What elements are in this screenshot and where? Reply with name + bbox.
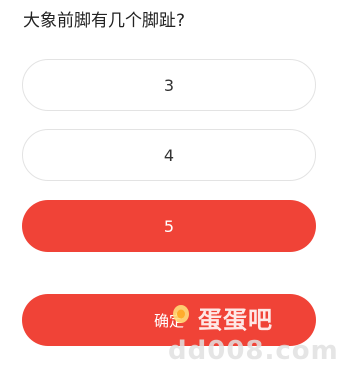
answer-option-5-selected[interactable]: 5: [22, 200, 316, 252]
answer-option-label: 4: [163, 145, 175, 165]
confirm-button-label: 确定: [153, 311, 184, 330]
question-title: 大象前脚有几个脚趾?: [23, 11, 186, 31]
quiz-page: 大象前脚有几个脚趾? 3 4 5 确定 蛋蛋吧 dd008.com: [0, 0, 341, 370]
answer-option-label: 5: [163, 216, 175, 236]
answer-option-label: 3: [163, 75, 175, 95]
answer-option-3[interactable]: 3: [22, 59, 316, 111]
confirm-button[interactable]: 确定: [22, 294, 316, 346]
answer-option-4[interactable]: 4: [22, 129, 316, 181]
